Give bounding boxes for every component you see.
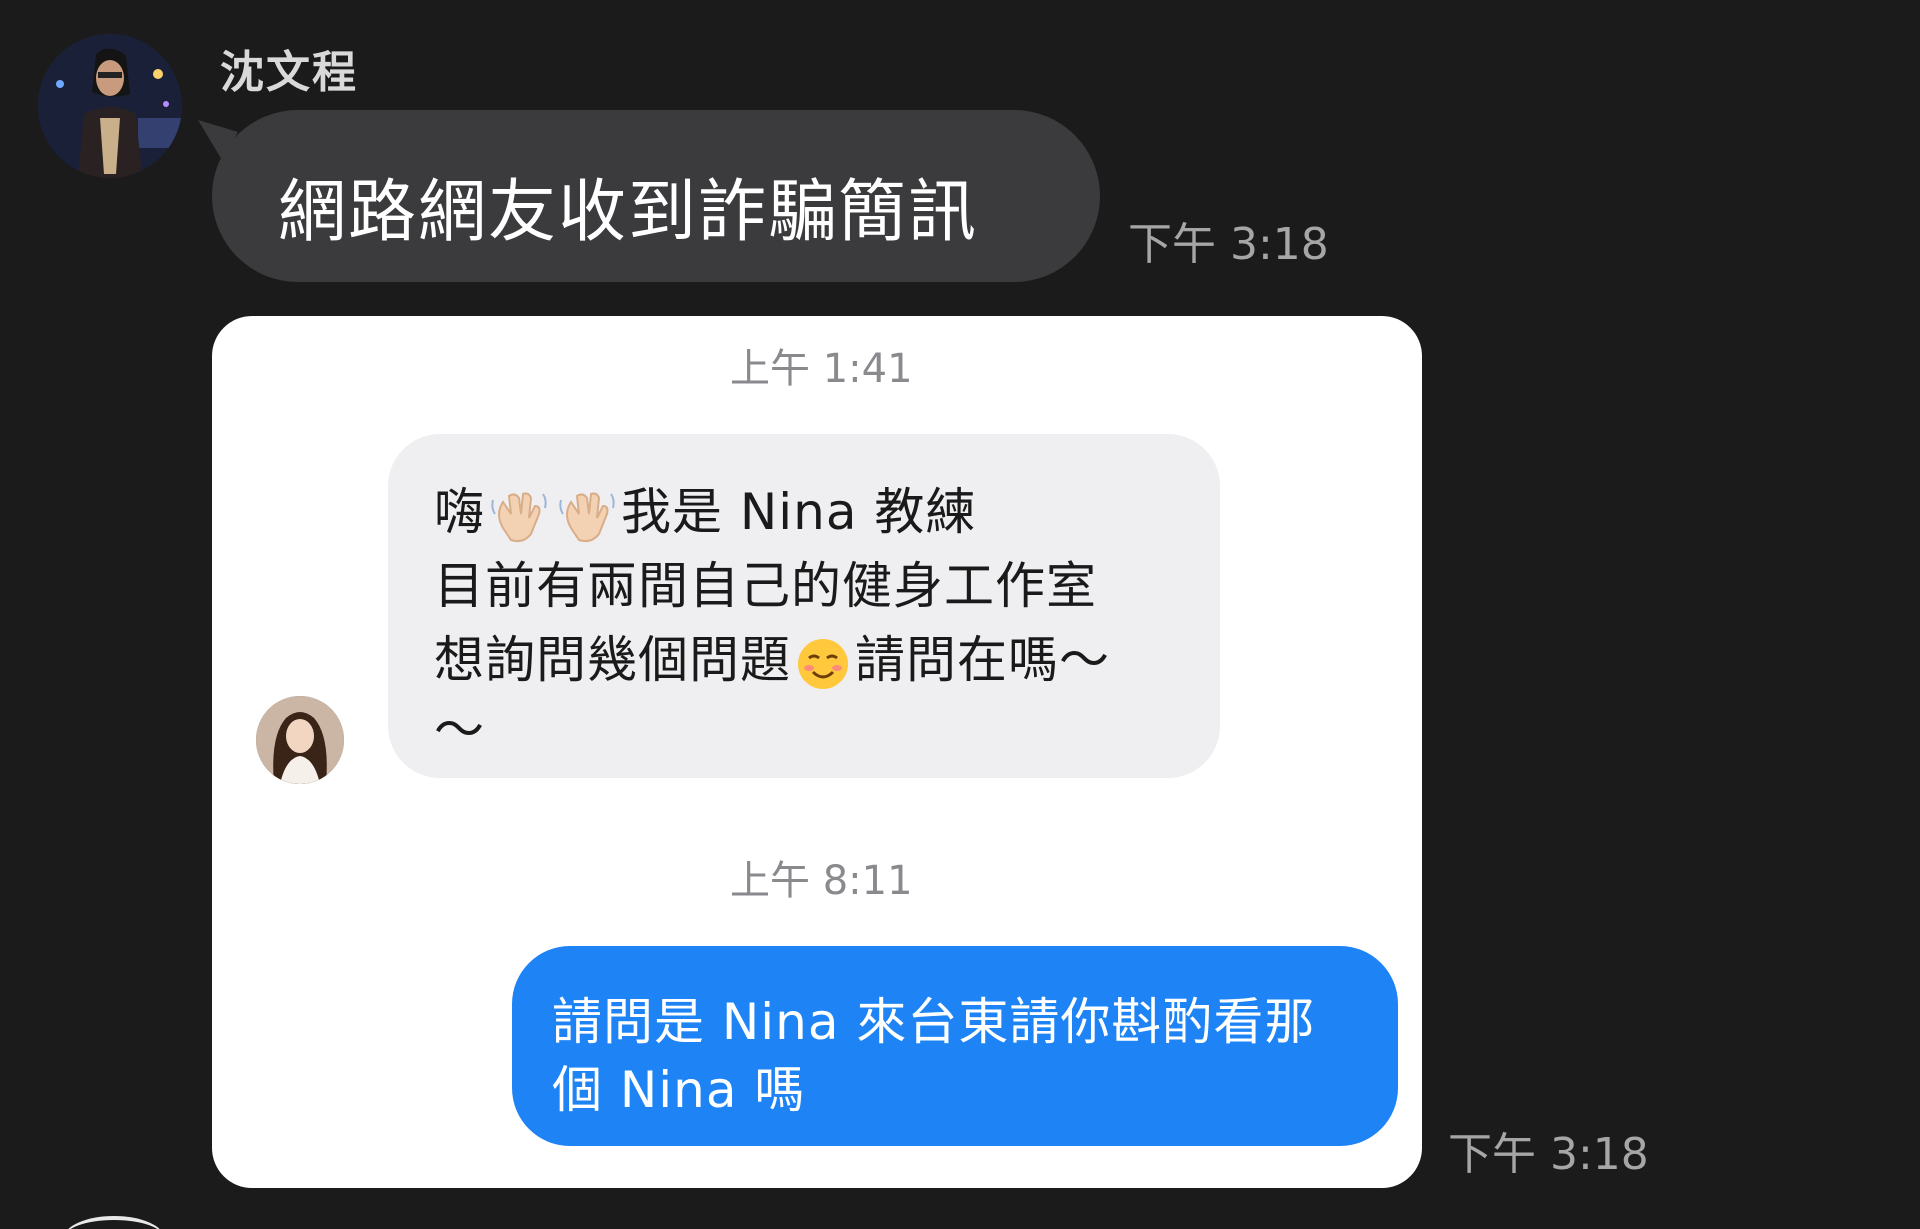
incoming-line-1-prefix: 嗨 bbox=[434, 483, 485, 541]
sender-avatar-image bbox=[38, 34, 182, 178]
screenshot-incoming-bubble: 嗨 我是 Nina 教練 目前有兩間自己的健身工作室 想詢問幾個問題 請問在嗎～ ～ bbox=[388, 434, 1422, 778]
chat-view: 沈文程 網路網友收到詐騙簡訊 下午 3:18 上午 1:41 嗨 我是 Nina … bbox=[0, 0, 1920, 1229]
incoming-line-3-suffix: 請問在嗎～ bbox=[855, 631, 1110, 689]
incoming-line-3: 想詢問幾個問題 請問在嗎～ bbox=[434, 620, 1110, 692]
contact-avatar bbox=[256, 696, 344, 784]
contact-avatar-image bbox=[256, 696, 344, 784]
waving-hand-icon bbox=[491, 492, 547, 542]
screenshot-outgoing-bubble: 請問是 Nina 來台東請你斟酌看那 個 Nina 嗎 bbox=[512, 946, 1398, 1146]
outgoing-line-1: 請問是 Nina 來台東請你斟酌看那 bbox=[552, 993, 1316, 1051]
incoming-line-1: 嗨 我是 Nina 教練 bbox=[434, 472, 976, 544]
message-timestamp: 下午 3:18 bbox=[1128, 219, 1329, 270]
received-message-text: 網路網友收到詐騙簡訊 bbox=[278, 173, 979, 252]
outgoing-line-2: 個 Nina 嗎 bbox=[552, 1061, 806, 1119]
sender-name: 沈文程 bbox=[220, 47, 358, 98]
smiling-face-icon bbox=[798, 638, 848, 689]
waving-hand-icon bbox=[559, 492, 615, 542]
shared-screenshot-image[interactable]: 上午 1:41 嗨 我是 Nina 教練 目前有兩間自己的健身工作室 想詢問幾個問… bbox=[212, 316, 1422, 1188]
message-timestamp: 下午 3:18 bbox=[1448, 1129, 1649, 1180]
screenshot-timestamp: 上午 8:11 bbox=[730, 858, 913, 904]
incoming-line-2: 目前有兩間自己的健身工作室 bbox=[434, 557, 1097, 615]
screenshot-timestamp: 上午 1:41 bbox=[730, 346, 913, 392]
next-avatar-edge bbox=[64, 1216, 164, 1229]
incoming-line-3-prefix: 想詢問幾個問題 bbox=[434, 631, 791, 689]
received-message-bubble[interactable]: 網路網友收到詐騙簡訊 bbox=[212, 110, 1100, 282]
incoming-line-1-suffix: 我是 Nina 教練 bbox=[621, 483, 977, 541]
sender-avatar[interactable] bbox=[38, 34, 182, 178]
incoming-line-4: ～ bbox=[434, 701, 485, 759]
